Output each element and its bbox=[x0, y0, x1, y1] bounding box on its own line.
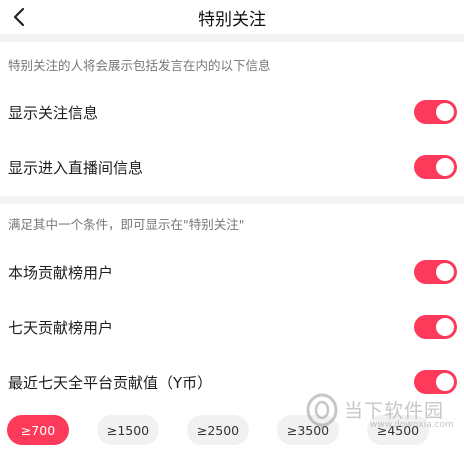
section-divider bbox=[0, 196, 464, 204]
site-watermark: 当下软件园 www.downxia.com bbox=[304, 392, 464, 432]
watermark-logo-icon bbox=[306, 393, 338, 430]
toggle-knob bbox=[436, 263, 454, 281]
current-contribution-rank-toggle[interactable] bbox=[414, 260, 457, 284]
seven-day-platform-contribution-toggle[interactable] bbox=[414, 370, 457, 394]
watermark-name: 当下软件园 bbox=[344, 400, 445, 422]
toggle-knob bbox=[436, 103, 454, 121]
threshold-chip-700[interactable]: ≥700 bbox=[7, 415, 69, 445]
toggle-knob bbox=[436, 373, 454, 391]
threshold-chip-1500[interactable]: ≥1500 bbox=[97, 415, 159, 445]
setting-row-current-contribution-rank: 本场贡献榜用户 bbox=[0, 252, 464, 292]
section-note-display-info: 特别关注的人将会展示包括发言在内的以下信息 bbox=[8, 58, 271, 73]
setting-label: 显示关注信息 bbox=[8, 104, 99, 122]
setting-row-show-follow-info: 显示关注信息 bbox=[0, 92, 464, 132]
page-title: 特别关注 bbox=[198, 10, 266, 30]
seven-day-contribution-rank-toggle[interactable] bbox=[414, 315, 457, 339]
threshold-chip-2500[interactable]: ≥2500 bbox=[187, 415, 249, 445]
show-follow-info-toggle[interactable] bbox=[414, 100, 457, 124]
toggle-knob bbox=[436, 318, 454, 336]
setting-label: 本场贡献榜用户 bbox=[8, 264, 114, 282]
setting-label: 显示进入直播间信息 bbox=[8, 159, 144, 177]
header-bar: 特别关注 bbox=[0, 0, 464, 34]
watermark-url: www.downxia.com bbox=[370, 420, 454, 430]
show-enter-room-info-toggle[interactable] bbox=[414, 155, 457, 179]
section-note-conditions: 满足其中一个条件，即可显示在"特别关注" bbox=[8, 217, 245, 232]
special-follow-settings-page: 特别关注 特别关注的人将会展示包括发言在内的以下信息 显示关注信息 显示进入直播… bbox=[0, 0, 464, 450]
setting-label: 七天贡献榜用户 bbox=[8, 319, 114, 337]
setting-label: 最近七天全平台贡献值（Y币） bbox=[8, 374, 213, 392]
setting-row-show-enter-room-info: 显示进入直播间信息 bbox=[0, 147, 464, 187]
section-divider bbox=[0, 34, 464, 42]
setting-row-seven-day-contribution-rank: 七天贡献榜用户 bbox=[0, 307, 464, 347]
toggle-knob bbox=[436, 158, 454, 176]
